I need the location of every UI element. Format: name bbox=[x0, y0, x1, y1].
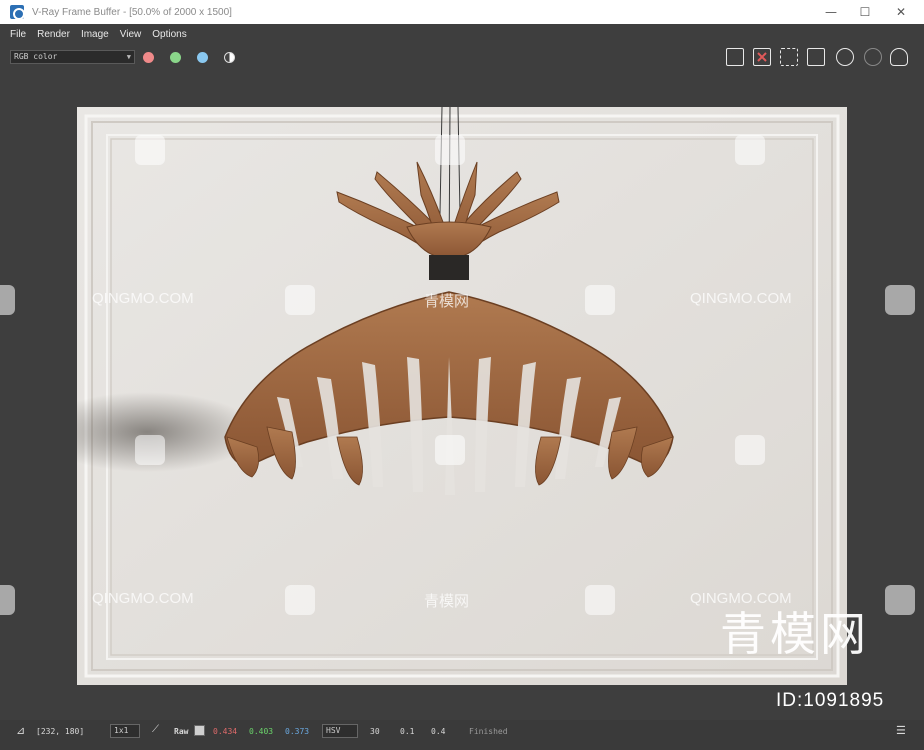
logo-watermark bbox=[285, 585, 315, 615]
pixel-coords: [232, 180] bbox=[36, 727, 85, 736]
close-button[interactable]: ✕ bbox=[892, 3, 910, 21]
channel-label: RGB color bbox=[14, 52, 58, 61]
zoom-value: 1x1 bbox=[114, 726, 129, 735]
saturation-value: 0.1 bbox=[400, 727, 415, 736]
logo-watermark bbox=[735, 135, 765, 165]
logo-watermark bbox=[435, 135, 465, 165]
color-swatch bbox=[194, 725, 205, 736]
render-icon[interactable] bbox=[836, 48, 854, 66]
red-value: 0.434 bbox=[213, 727, 238, 736]
hue-value: 30 bbox=[370, 727, 380, 736]
value-value: 0.4 bbox=[431, 727, 446, 736]
logo-watermark bbox=[585, 585, 615, 615]
logo-watermark bbox=[135, 135, 165, 165]
raw-mode-label: Raw bbox=[174, 727, 189, 736]
site-watermark: QINGMO.COM bbox=[92, 590, 194, 607]
menu-render[interactable]: Render bbox=[35, 29, 70, 40]
logo-watermark bbox=[285, 285, 315, 315]
site-watermark: QINGMO.COM bbox=[690, 290, 792, 307]
minimize-button[interactable]: — bbox=[822, 3, 840, 21]
menu-view[interactable]: View bbox=[118, 29, 142, 40]
logo-watermark bbox=[435, 435, 465, 465]
maximize-button[interactable]: ☐ bbox=[856, 3, 874, 21]
logo-watermark bbox=[135, 435, 165, 465]
region-icon[interactable] bbox=[780, 48, 798, 66]
colorspace-dropdown[interactable]: HSV bbox=[322, 724, 358, 738]
track-icon[interactable] bbox=[807, 48, 825, 66]
pick-pixel-icon[interactable]: ⊿ bbox=[16, 724, 25, 737]
logo-watermark bbox=[885, 585, 915, 615]
sampler-icon[interactable]: ⟋ bbox=[152, 724, 159, 735]
teapot-icon[interactable] bbox=[890, 48, 908, 66]
logo-watermark bbox=[735, 435, 765, 465]
logo-watermark bbox=[0, 285, 15, 315]
green-value: 0.403 bbox=[249, 727, 274, 736]
cn-watermark: 青模网 bbox=[424, 293, 470, 310]
blue-channel-toggle[interactable] bbox=[197, 52, 208, 63]
window-title: V-Ray Frame Buffer - [50.0% of 2000 x 15… bbox=[32, 6, 232, 18]
render-region-icon[interactable] bbox=[864, 48, 882, 66]
chevron-down-icon: ▼ bbox=[126, 53, 131, 61]
colorspace-value: HSV bbox=[326, 726, 341, 735]
blue-value: 0.373 bbox=[285, 727, 310, 736]
render-status: Finished bbox=[469, 727, 508, 736]
menu-file[interactable]: File bbox=[8, 29, 26, 40]
green-channel-toggle[interactable] bbox=[170, 52, 181, 63]
logo-watermark bbox=[0, 585, 15, 615]
clear-icon[interactable] bbox=[753, 48, 771, 66]
menu-options[interactable]: Options bbox=[150, 29, 186, 40]
logo-watermark bbox=[585, 285, 615, 315]
mono-channel-toggle[interactable] bbox=[224, 52, 235, 63]
brand-watermark: 青模网 bbox=[720, 607, 870, 661]
brand-id-label: ID:1091895 bbox=[776, 690, 885, 711]
title-bar: V-Ray Frame Buffer - [50.0% of 2000 x 15… bbox=[0, 0, 924, 24]
site-watermark: QINGMO.COM bbox=[92, 290, 194, 307]
logo-watermark bbox=[885, 285, 915, 315]
channel-dropdown[interactable]: RGB color ▼ bbox=[10, 50, 135, 64]
menu-bar: File Render Image View Options bbox=[8, 24, 196, 44]
red-channel-toggle[interactable] bbox=[143, 52, 154, 63]
vray-app-icon bbox=[10, 5, 25, 20]
zoom-dropdown[interactable]: 1x1 bbox=[110, 724, 140, 738]
save-icon[interactable] bbox=[726, 48, 744, 66]
cn-watermark: 青模网 bbox=[424, 593, 470, 610]
history-icon[interactable]: ☰ bbox=[896, 724, 906, 737]
menu-image[interactable]: Image bbox=[79, 29, 109, 40]
